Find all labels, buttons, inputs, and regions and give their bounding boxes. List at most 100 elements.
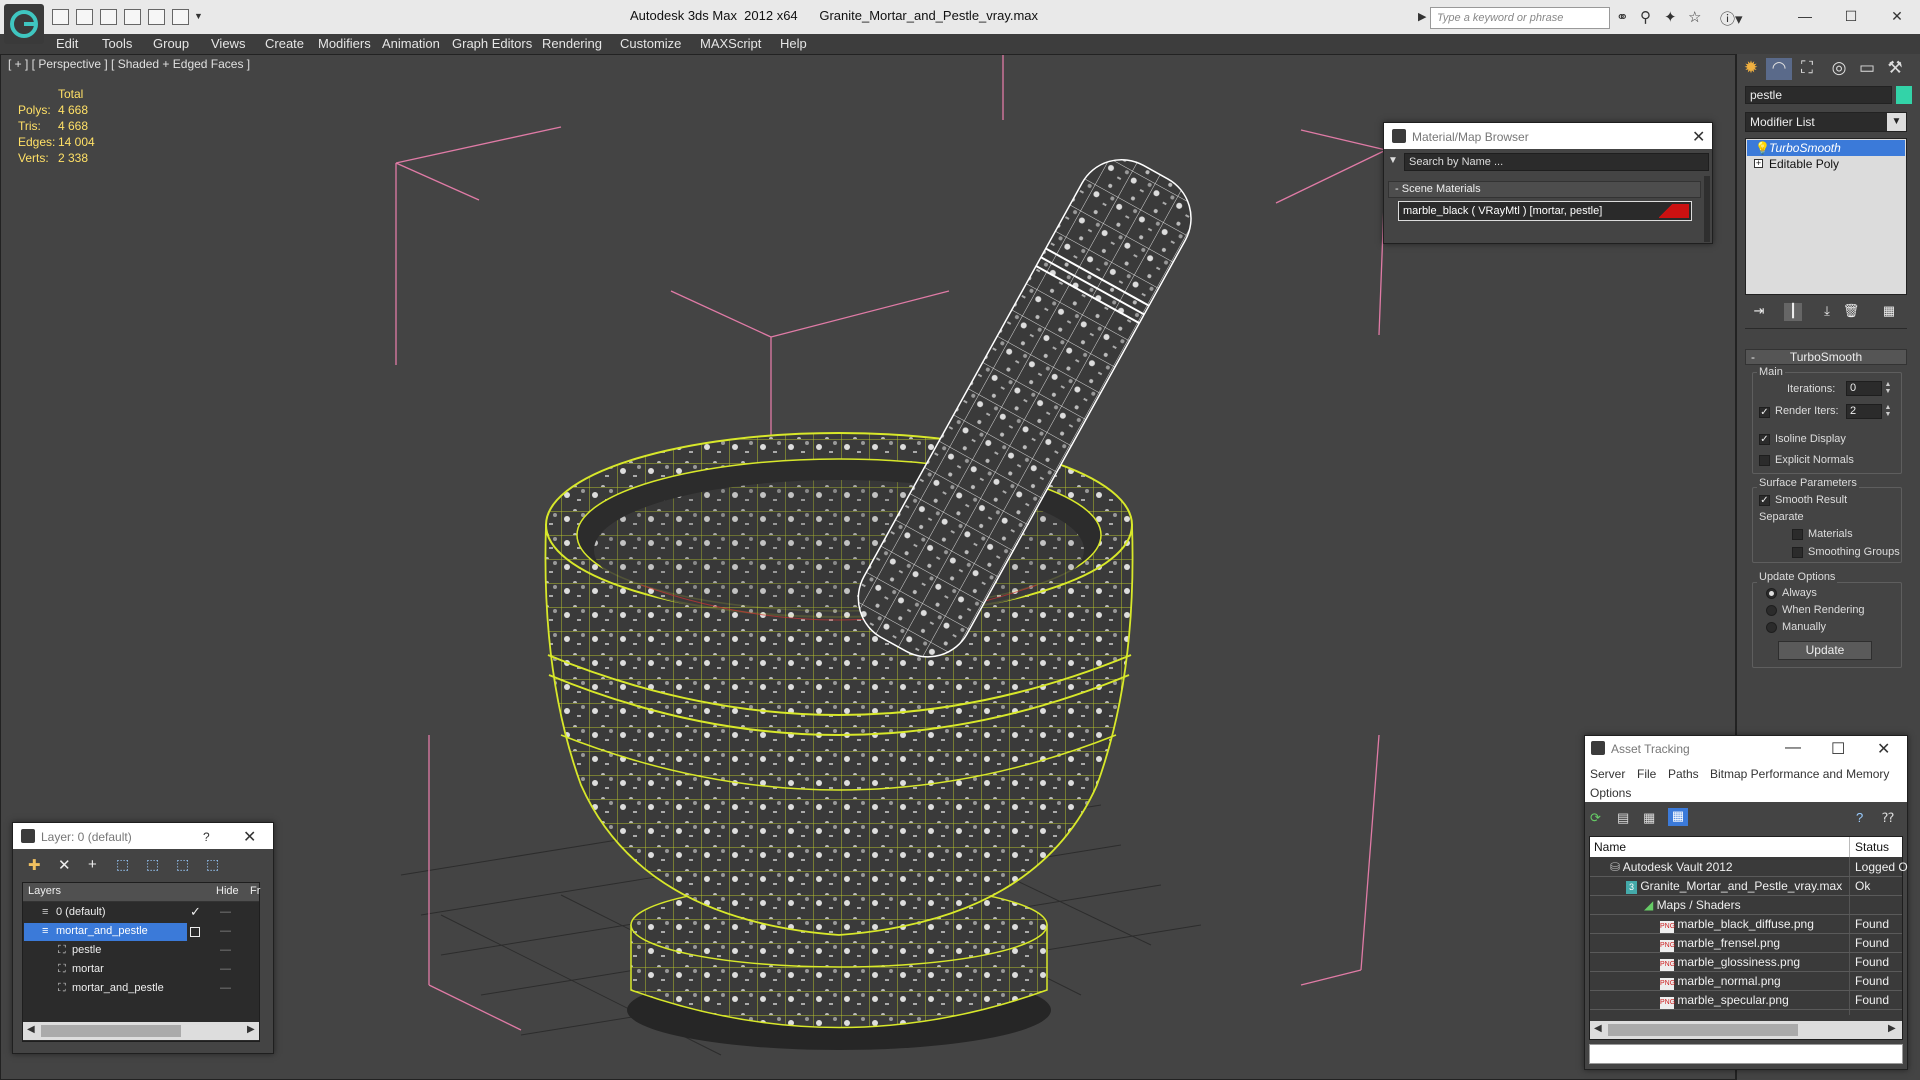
- stack-item-editable-poly[interactable]: + Editable Poly: [1747, 156, 1905, 172]
- asset-path-field[interactable]: [1589, 1044, 1903, 1064]
- scroll-right-icon[interactable]: ▶: [1888, 1023, 1896, 1034]
- explicit-normals-checkbox[interactable]: [1759, 455, 1770, 466]
- asset-row[interactable]: 3 Granite_Mortar_and_Pestle_vray.max: [1626, 877, 1842, 896]
- hide-toggle[interactable]: —: [220, 906, 231, 918]
- stack-item-turbosmooth[interactable]: 💡 TurboSmooth: [1747, 140, 1905, 156]
- hide-all-icon[interactable]: ⬚: [176, 856, 189, 873]
- help-icon[interactable]: ⓘ▾: [1720, 8, 1743, 29]
- isoline-display-checkbox[interactable]: ✓: [1759, 434, 1770, 445]
- menu-create[interactable]: Create: [265, 34, 304, 54]
- menu-tools[interactable]: Tools: [102, 34, 132, 54]
- asset-row[interactable]: ◢ Maps / Shaders: [1644, 896, 1741, 915]
- column-name[interactable]: Name: [1594, 840, 1626, 854]
- favorites-star-icon[interactable]: ☆: [1688, 8, 1701, 26]
- update-manually-radio[interactable]: [1766, 622, 1777, 633]
- update-button[interactable]: Update: [1778, 641, 1872, 660]
- object-name-field[interactable]: pestle: [1745, 86, 1892, 104]
- scroll-thumb[interactable]: [41, 1025, 181, 1037]
- column-freeze[interactable]: Fr: [250, 885, 260, 897]
- menu-options[interactable]: Options: [1590, 786, 1631, 800]
- update-when-rendering-radio[interactable]: [1766, 605, 1777, 616]
- scroll-left-icon[interactable]: ◀: [1594, 1023, 1602, 1034]
- render-iters-spinner-arrows[interactable]: ▲ ▼: [1884, 404, 1892, 419]
- separate-materials-checkbox[interactable]: [1792, 529, 1803, 540]
- new-scene-icon[interactable]: [100, 9, 117, 25]
- hierarchy-tab-icon[interactable]: ⛶: [1794, 58, 1820, 80]
- column-hide[interactable]: Hide: [216, 885, 239, 897]
- motion-tab-icon[interactable]: ◎: [1826, 58, 1852, 80]
- material-browser-scrollbar[interactable]: [1704, 176, 1710, 242]
- show-end-result-icon[interactable]: ┃: [1784, 303, 1802, 321]
- asset-row[interactable]: PNG marble_frensel.png: [1660, 934, 1780, 953]
- render-iters-checkbox[interactable]: ✓: [1759, 407, 1770, 418]
- column-status[interactable]: Status: [1855, 840, 1889, 854]
- app-logo-icon[interactable]: [4, 4, 44, 44]
- search-expand-icon[interactable]: ▶: [1418, 10, 1426, 23]
- menu-paths[interactable]: Paths: [1668, 767, 1699, 781]
- new-layer-icon[interactable]: ✚: [28, 856, 41, 874]
- column-layers[interactable]: Layers: [28, 885, 61, 897]
- close-icon[interactable]: ✕: [1692, 127, 1705, 147]
- viewport-label[interactable]: [ + ] [ Perspective ] [ Shaded + Edged F…: [8, 57, 250, 71]
- menu-maxscript[interactable]: MAXScript: [700, 34, 761, 54]
- project-folder-icon[interactable]: [172, 9, 189, 25]
- create-tab-icon[interactable]: ✹: [1738, 58, 1764, 80]
- undo-icon[interactable]: [124, 9, 141, 25]
- menu-rendering[interactable]: Rendering: [542, 34, 602, 54]
- expand-plus-icon[interactable]: +: [1754, 159, 1763, 168]
- layer-row[interactable]: ≡ 0 (default) ✓ —: [24, 904, 258, 922]
- chevron-down-icon[interactable]: ▼: [1887, 113, 1906, 131]
- menu-customize[interactable]: Customize: [620, 34, 681, 54]
- maximize-button[interactable]: ☐: [1828, 4, 1874, 28]
- menu-views[interactable]: Views: [211, 34, 245, 54]
- hide-toggle[interactable]: —: [220, 963, 231, 975]
- minimize-button[interactable]: —: [1782, 4, 1828, 28]
- maximize-icon[interactable]: ☐: [1831, 739, 1845, 759]
- hide-toggle[interactable]: —: [220, 982, 231, 994]
- close-button[interactable]: ✕: [1874, 4, 1920, 28]
- context-help-icon[interactable]: ⁇: [1882, 810, 1894, 826]
- refresh-icon[interactable]: ⟳: [1590, 810, 1601, 826]
- turbosmooth-rollout-header[interactable]: - TurboSmooth: [1745, 349, 1907, 365]
- hide-toggle[interactable]: —: [220, 925, 231, 937]
- subscription-icon[interactable]: ⚲: [1640, 8, 1651, 26]
- asset-tracking-titlebar[interactable]: Asset Tracking — ☐ ✕: [1585, 736, 1907, 760]
- hide-toggle[interactable]: —: [220, 944, 231, 956]
- freeze-all-icon[interactable]: ⬚: [206, 856, 219, 873]
- pin-stack-icon[interactable]: ⇥: [1750, 303, 1768, 321]
- layer-horizontal-scrollbar[interactable]: ◀ ▶: [23, 1022, 259, 1040]
- update-always-radio[interactable]: [1766, 588, 1777, 599]
- layer-manager-titlebar[interactable]: Layer: 0 (default) ? ✕: [13, 823, 273, 849]
- object-color-swatch[interactable]: [1896, 86, 1912, 104]
- make-current-layer-box[interactable]: [190, 927, 200, 937]
- material-list-item[interactable]: marble_black ( VRayMtl ) [mortar, pestle…: [1398, 201, 1692, 221]
- modifier-list-dropdown[interactable]: Modifier List: [1745, 112, 1907, 132]
- menu-modifiers[interactable]: Modifiers: [318, 34, 371, 54]
- save-file-icon[interactable]: [76, 9, 93, 25]
- close-icon[interactable]: ✕: [1877, 739, 1890, 759]
- scroll-left-icon[interactable]: ◀: [27, 1024, 35, 1035]
- lightbulb-icon[interactable]: 💡: [1755, 140, 1770, 156]
- keyword-search-input[interactable]: Type a keyword or phrase: [1430, 7, 1610, 29]
- communication-icon[interactable]: ✦: [1664, 8, 1677, 26]
- scroll-thumb[interactable]: [1608, 1024, 1798, 1036]
- iterations-spinner-arrows[interactable]: ▲ ▼: [1884, 381, 1892, 396]
- menu-group[interactable]: Group: [153, 34, 189, 54]
- remove-modifier-icon[interactable]: 🗑: [1842, 303, 1860, 321]
- scene-materials-section[interactable]: - Scene Materials: [1388, 181, 1701, 198]
- menu-file[interactable]: File: [1637, 767, 1656, 781]
- delete-layer-icon[interactable]: ✕: [58, 856, 71, 874]
- iterations-input[interactable]: 0: [1846, 381, 1882, 396]
- menu-help[interactable]: Help: [780, 34, 807, 54]
- quick-access-dropdown-icon[interactable]: ▼: [194, 11, 203, 21]
- menu-animation[interactable]: Animation: [382, 34, 440, 54]
- minimize-icon[interactable]: —: [1785, 739, 1801, 757]
- asset-row[interactable]: PNG marble_glossiness.png: [1660, 953, 1800, 972]
- display-tab-icon[interactable]: ▭: [1854, 58, 1880, 80]
- asset-horizontal-scrollbar[interactable]: ◀ ▶: [1590, 1021, 1902, 1039]
- asset-row[interactable]: ⛁ Autodesk Vault 2012: [1610, 858, 1733, 877]
- separate-smoothing-groups-checkbox[interactable]: [1792, 547, 1803, 558]
- current-layer-check-icon[interactable]: ✓: [190, 904, 201, 920]
- make-unique-icon[interactable]: ⤓: [1818, 303, 1836, 321]
- smooth-result-checkbox[interactable]: ✓: [1759, 495, 1770, 506]
